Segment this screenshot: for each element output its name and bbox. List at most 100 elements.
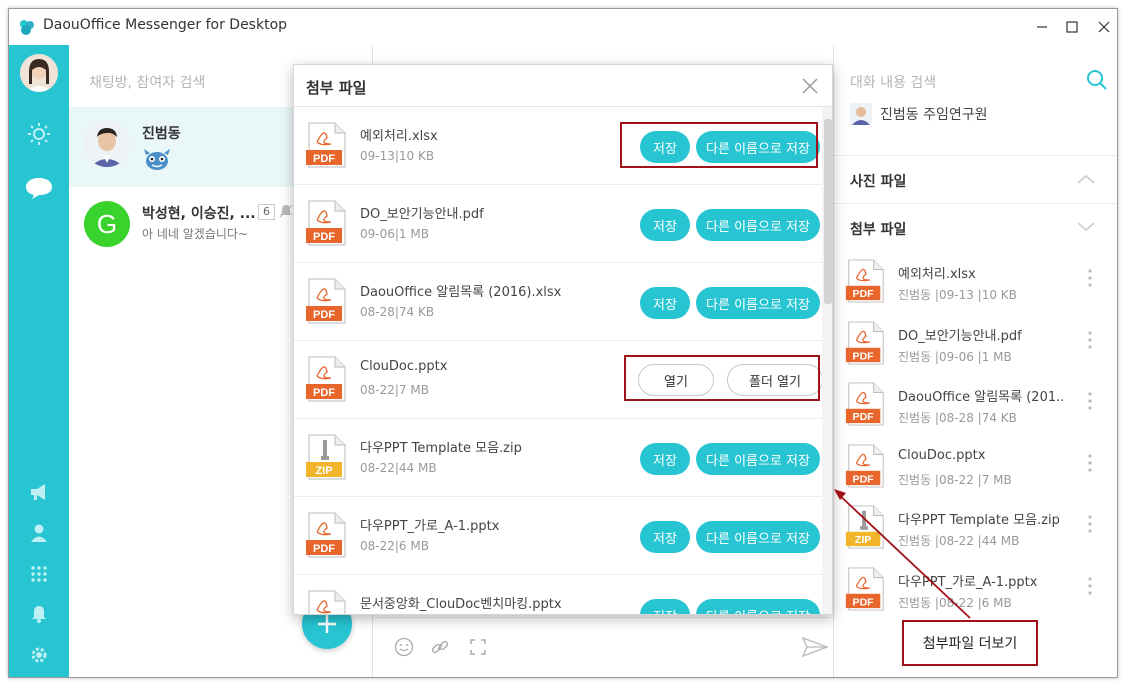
file-meta: 진범동 |09-06 |1 MB — [898, 349, 1012, 364]
file-type-label: PDF — [313, 309, 335, 321]
file-type-label: PDF — [313, 231, 335, 243]
message-compose-bar — [373, 617, 833, 677]
pdf-file-icon: PDF — [304, 278, 348, 328]
app-logo-icon — [20, 20, 34, 35]
more-options-icon[interactable] — [1088, 576, 1092, 595]
bell-icon[interactable] — [9, 599, 69, 629]
chat-last-message: 아 네네 알겠습니다~ — [142, 227, 249, 241]
close-icon[interactable] — [801, 77, 819, 95]
file-name: 예외처리.xlsx — [898, 267, 976, 282]
save-button[interactable]: 저장 — [640, 287, 690, 319]
chevron-up-icon — [1077, 174, 1095, 184]
file-meta: 진범동 |08-22 |44 MB — [898, 534, 1020, 548]
attachment-list-item[interactable]: PDF DaouOffice 알림목록 (201.. 진범동 |08-28 |74 … — [844, 382, 1114, 444]
file-type-label: ZIP — [855, 534, 871, 546]
save-as-button[interactable]: 다른 이름으로 저장 — [696, 287, 820, 319]
save-button[interactable]: 저장 — [640, 209, 690, 241]
save-button[interactable]: 저장 — [640, 521, 690, 553]
search-icon[interactable] — [1086, 69, 1108, 91]
file-meta: 09-13|10 KB — [360, 149, 435, 163]
apps-grid-icon[interactable] — [9, 559, 69, 589]
member-name: 진범동 주임연구원 — [880, 107, 988, 123]
file-meta: 진범동 |08-22 |6 MB — [898, 595, 1012, 610]
zip-file-icon: ZIP — [304, 434, 348, 484]
save-as-button[interactable]: 다른 이름으로 저장 — [696, 521, 820, 553]
megaphone-icon[interactable] — [9, 477, 69, 507]
file-type-label: PDF — [313, 153, 335, 165]
more-options-icon[interactable] — [1088, 453, 1092, 472]
conversation-search-input[interactable]: 대화 내용 검색 — [850, 72, 936, 92]
chat-room-name: 진범동 — [142, 126, 181, 142]
attach-link-icon[interactable] — [429, 636, 451, 658]
pdf-file-icon: PDF — [844, 259, 886, 307]
mute-icon — [279, 204, 293, 218]
my-avatar[interactable] — [20, 54, 58, 92]
file-type-label: PDF — [853, 350, 875, 362]
chat-room-name: 박성현, 이승진, ... — [142, 206, 256, 222]
file-meta: 08-22|7 MB — [360, 383, 429, 397]
minimize-button[interactable] — [1025, 9, 1059, 45]
section-label: 사진 파일 — [850, 174, 907, 190]
file-name: 다우PPT_가로_A-1.pptx — [898, 574, 1038, 590]
file-type-label: ZIP — [315, 465, 332, 477]
save-button[interactable]: 저장 — [640, 599, 690, 614]
nav-rail — [9, 45, 69, 677]
maximize-button[interactable] — [1055, 9, 1089, 45]
title-bar: DaouOffice Messenger for Desktop — [9, 9, 1117, 45]
pdf-file-icon: PDF — [844, 443, 886, 492]
file-name: 예외처리.xlsx — [360, 129, 438, 144]
pdf-file-icon: PDF — [304, 512, 348, 562]
window-title: DaouOffice Messenger for Desktop — [43, 17, 288, 33]
pdf-file-icon: PDF — [304, 590, 348, 614]
avatar — [84, 121, 130, 167]
file-meta: 08-28|74 KB — [360, 305, 435, 319]
chat-bubble-icon[interactable] — [9, 173, 69, 203]
more-options-icon[interactable] — [1088, 269, 1092, 287]
file-name: DO_보안기능안내.pdf — [360, 207, 484, 222]
highlight-open-buttons — [624, 355, 820, 401]
file-type-label: PDF — [853, 473, 875, 485]
settings-gear-icon[interactable] — [9, 640, 69, 670]
pdf-file-icon: PDF — [304, 356, 348, 406]
close-window-button[interactable] — [1087, 9, 1117, 45]
file-name: DaouOffice 알림목록 (2016).xlsx — [360, 285, 562, 300]
chevron-down-icon — [1077, 222, 1095, 232]
attachment-row: ZIP 다우PPT Template 모음.zip 08-22|44 MB 저장 다른 … — [294, 419, 822, 497]
emoticon-icon[interactable] — [393, 636, 415, 658]
attachment-row: PDF DaouOffice 알림목록 (2016).xlsx 08-28|74 K… — [294, 263, 822, 341]
attachment-list-item[interactable]: ZIP 다우PPT Template 모음.zip 진범동 |08-22 |44 M… — [844, 505, 1114, 567]
file-type-label: PDF — [853, 596, 875, 608]
save-as-button[interactable]: 다른 이름으로 저장 — [696, 443, 820, 475]
attachment-list-item[interactable]: PDF DO_보안기능안내.pdf 진범동 |09-06 |1 MB — [844, 320, 1114, 383]
save-as-button[interactable]: 다른 이름으로 저장 — [696, 599, 820, 614]
member-row[interactable]: 진범동 주임연구원 — [850, 103, 988, 125]
photo-files-section[interactable]: 사진 파일 — [834, 155, 1117, 203]
member-count-badge: 6 — [258, 204, 275, 220]
more-options-icon[interactable] — [1088, 392, 1092, 410]
zip-file-icon: ZIP — [844, 505, 886, 553]
attachment-row: PDF 다우PPT_가로_A-1.pptx 08-22|6 MB 저장 다른 이름으로 … — [294, 497, 822, 575]
more-options-icon[interactable] — [1088, 515, 1092, 533]
scroll-thumb[interactable] — [824, 119, 832, 304]
more-options-icon[interactable] — [1088, 330, 1092, 349]
attach-files-section[interactable]: 첨부 파일 — [834, 203, 1117, 251]
file-name: ClouDoc.pptx — [360, 359, 448, 374]
attachment-list-item[interactable]: PDF ClouDoc.pptx 진범동 |08-22 |7 MB — [844, 443, 1114, 506]
attachment-list-item[interactable]: PDF 예외처리.xlsx 진범동 |09-13 |10 KB — [844, 259, 1114, 321]
monster-emoticon-icon — [144, 149, 170, 170]
capture-icon[interactable] — [467, 636, 489, 658]
contacts-icon[interactable] — [9, 518, 69, 548]
file-meta: 08-22|6 MB — [360, 539, 429, 553]
file-name: 문서중앙화_ClouDoc벤치마킹.pptx — [360, 597, 562, 612]
annotation-callout: 첨부파일 더보기 — [902, 620, 1038, 666]
room-search-input[interactable]: 채팅방, 참여자 검색 — [89, 72, 205, 92]
file-meta: 진범동 |08-28 |74 KB — [898, 411, 1017, 425]
sun-status-icon[interactable] — [9, 119, 69, 149]
pdf-file-icon: PDF — [304, 122, 348, 172]
send-icon[interactable] — [801, 636, 829, 658]
scrollbar[interactable] — [822, 107, 832, 614]
chat-info-panel: 대화 내용 검색 진범동 주임연구원 사진 파일 첨부 파일 PDF 예외처리.x… — [833, 45, 1117, 677]
save-button[interactable]: 저장 — [640, 443, 690, 475]
highlight-save-buttons — [620, 122, 818, 168]
save-as-button[interactable]: 다른 이름으로 저장 — [696, 209, 820, 241]
